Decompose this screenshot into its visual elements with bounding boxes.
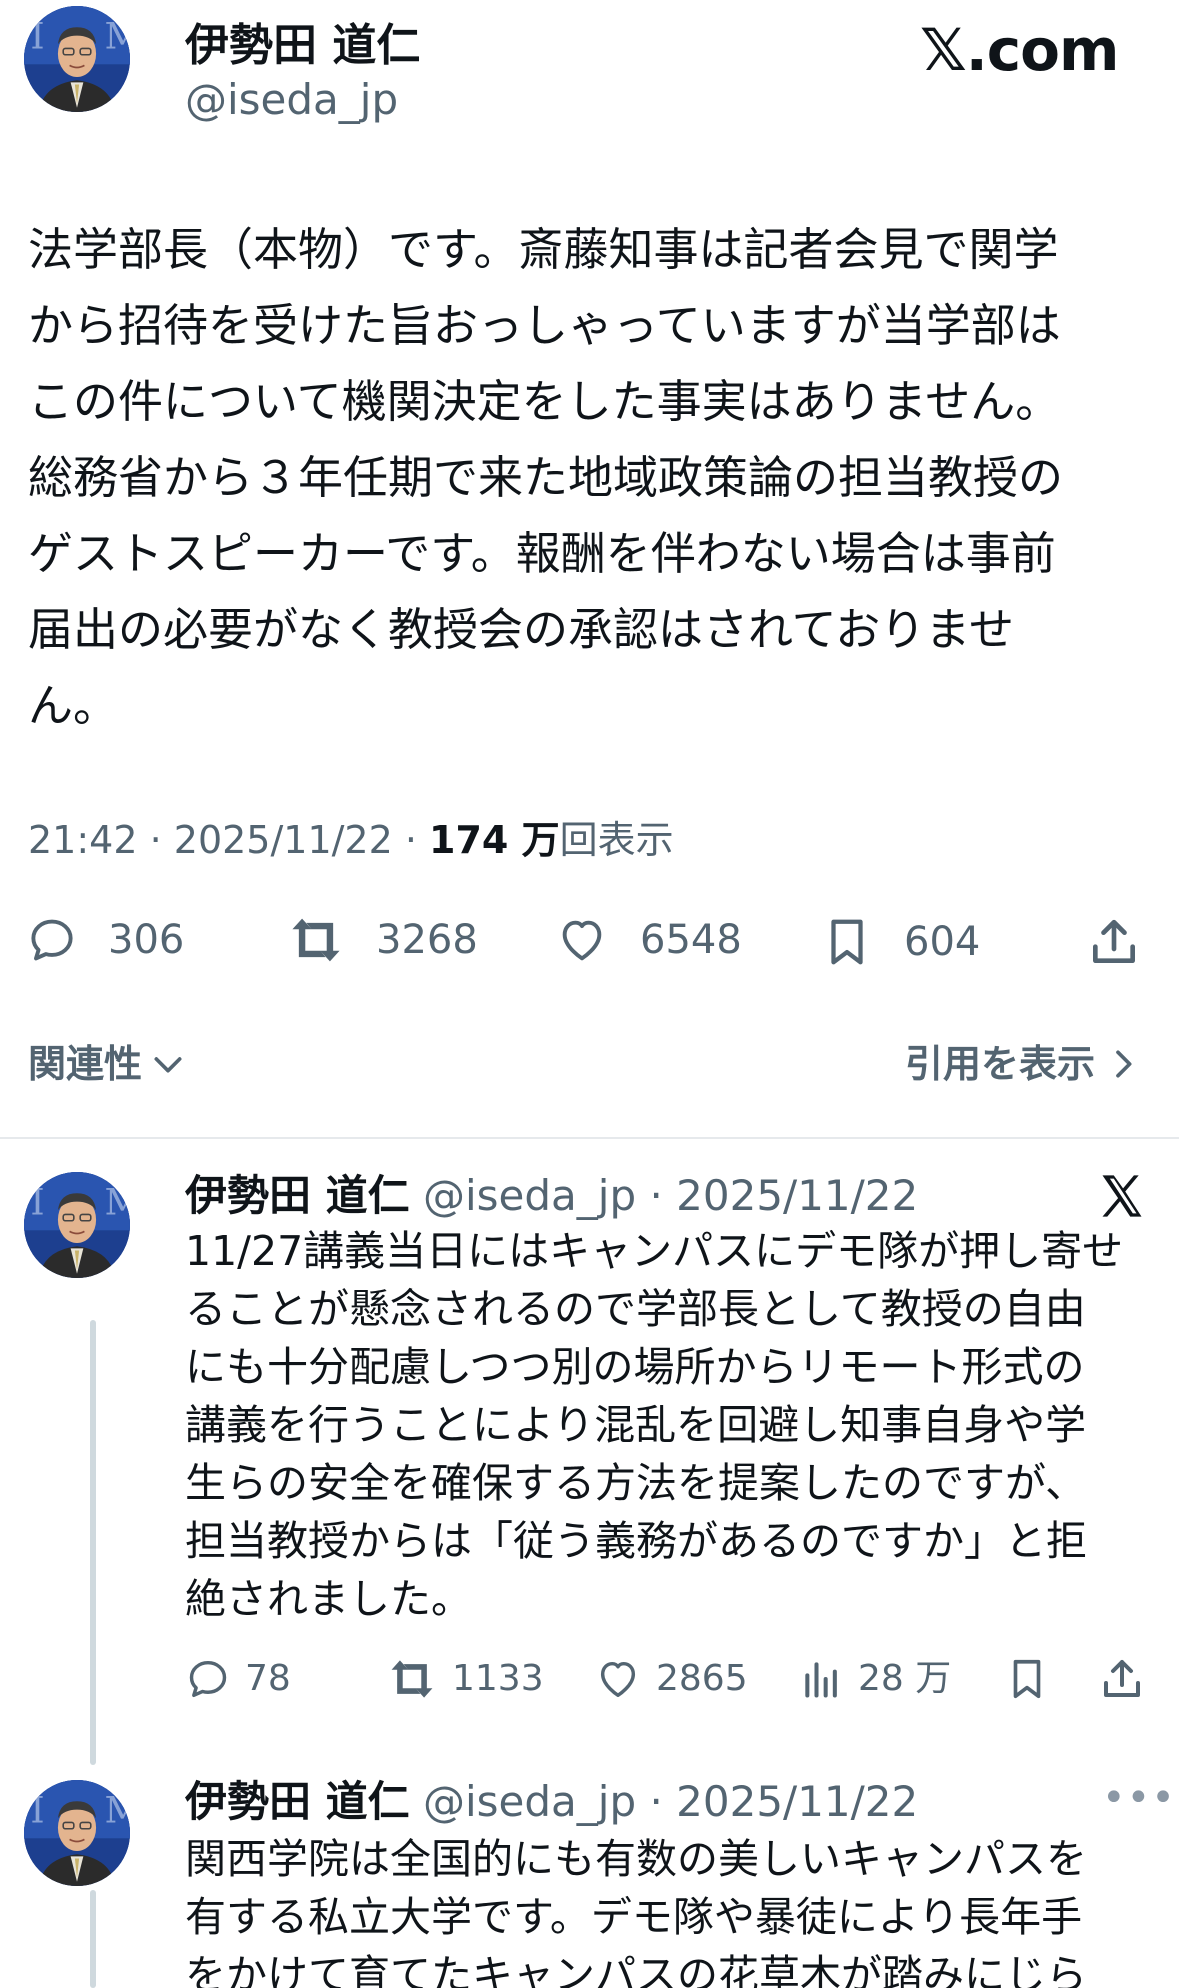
reply-avatar[interactable]: I M — [24, 1172, 130, 1278]
views-count: 174 万 — [429, 818, 560, 862]
tweet-time[interactable]: 21:42 — [28, 818, 138, 862]
reply-author-name[interactable]: 伊勢田 道仁 — [185, 1777, 410, 1826]
svg-text:M: M — [105, 16, 130, 57]
reply-share-button[interactable] — [1098, 1654, 1146, 1704]
thread-line — [90, 1890, 96, 1988]
share-icon — [1104, 1660, 1140, 1697]
tweet-text: 法学部長（本物）です。斎藤知事は記者会見で関学 から招待を受けた旨おっしゃってい… — [28, 223, 1064, 732]
reply-like-count: 2865 — [656, 1658, 748, 1699]
like-icon — [600, 1661, 636, 1698]
reply-retweet-count: 1133 — [452, 1658, 544, 1699]
author-handle[interactable]: @iseda_jp — [185, 72, 398, 128]
related-sort-button[interactable]: 関連性 — [28, 1036, 188, 1092]
share-button[interactable] — [1086, 914, 1142, 970]
svg-text:M: M — [105, 1790, 130, 1831]
reply-header: 伊勢田 道仁 @iseda_jp · 2025/11/22 — [185, 1168, 918, 1224]
bookmark-icon — [1013, 1659, 1041, 1699]
brand-label: 𝕏.com — [920, 16, 1119, 84]
tweet-date[interactable]: 2025/11/22 — [174, 818, 393, 862]
reply-views-count: 28 万 — [858, 1658, 952, 1699]
thread-line — [90, 1320, 96, 1765]
author-name[interactable]: 伊勢田 道仁 — [185, 18, 420, 74]
like-count: 6548 — [640, 917, 742, 963]
svg-text:M: M — [105, 1182, 130, 1223]
avatar[interactable]: I M — [24, 6, 130, 112]
svg-text:I: I — [30, 1182, 44, 1223]
like-icon — [562, 920, 602, 961]
retweet-button[interactable]: 3268 — [286, 914, 478, 966]
share-icon — [1093, 919, 1135, 963]
retweet-icon — [292, 918, 340, 962]
x-logo-icon — [1102, 1175, 1142, 1217]
views-label: 回表示 — [559, 818, 674, 862]
reply-like-button[interactable]: 2865 — [594, 1654, 748, 1704]
reply-text: 11/27講義当日にはキャンパスにデモ隊が押し寄せ ることが懸念されるので学部長… — [185, 1227, 1124, 1623]
retweet-icon — [391, 1660, 433, 1698]
quotes-label: 引用を表示 — [905, 1042, 1096, 1086]
reply-handle-date[interactable]: @iseda_jp · 2025/11/22 — [423, 1171, 918, 1220]
bookmark-icon — [831, 919, 863, 965]
section-divider — [0, 1137, 1179, 1139]
svg-text:I: I — [30, 1790, 44, 1831]
bookmark-button[interactable]: 604 — [820, 914, 980, 970]
reply-author-name[interactable]: 伊勢田 道仁 — [185, 1171, 410, 1220]
more-icon[interactable]: ••• — [1102, 1778, 1176, 1818]
tweet-meta: 21:42 · 2025/11/22 · 174 万回表示 — [28, 818, 674, 862]
reply-handle-date[interactable]: @iseda_jp · 2025/11/22 — [423, 1777, 918, 1826]
reply-retweet-button[interactable]: 1133 — [386, 1654, 544, 1704]
chevron-right-icon — [1116, 1050, 1132, 1078]
related-label: 関連性 — [28, 1042, 143, 1086]
reply-views-button[interactable]: 28 万 — [800, 1654, 951, 1704]
bookmark-count: 604 — [904, 919, 981, 965]
reply-count: 306 — [108, 917, 185, 963]
like-button[interactable]: 6548 — [554, 914, 742, 966]
reply-icon — [31, 919, 73, 961]
retweet-count: 3268 — [376, 917, 478, 963]
reply-reply-count: 78 — [245, 1658, 291, 1699]
reply-text: 関西学院は全国的にも有数の美しいキャンパスを 有する私立大学です。デモ隊や暴徒に… — [185, 1835, 1087, 1988]
chevron-down-icon — [154, 1057, 182, 1073]
views-icon — [805, 1662, 837, 1698]
reply-avatar[interactable]: I M — [24, 1780, 130, 1886]
reply-header: 伊勢田 道仁 @iseda_jp · 2025/11/22 — [185, 1774, 918, 1830]
view-quotes-button[interactable]: 引用を表示 — [905, 1036, 1143, 1092]
svg-text:I: I — [30, 16, 44, 57]
reply-icon — [189, 1660, 227, 1698]
reply-bookmark-button[interactable] — [1004, 1654, 1050, 1704]
reply-button[interactable]: 306 — [26, 914, 184, 966]
reply-reply-button[interactable]: 78 — [185, 1654, 291, 1704]
